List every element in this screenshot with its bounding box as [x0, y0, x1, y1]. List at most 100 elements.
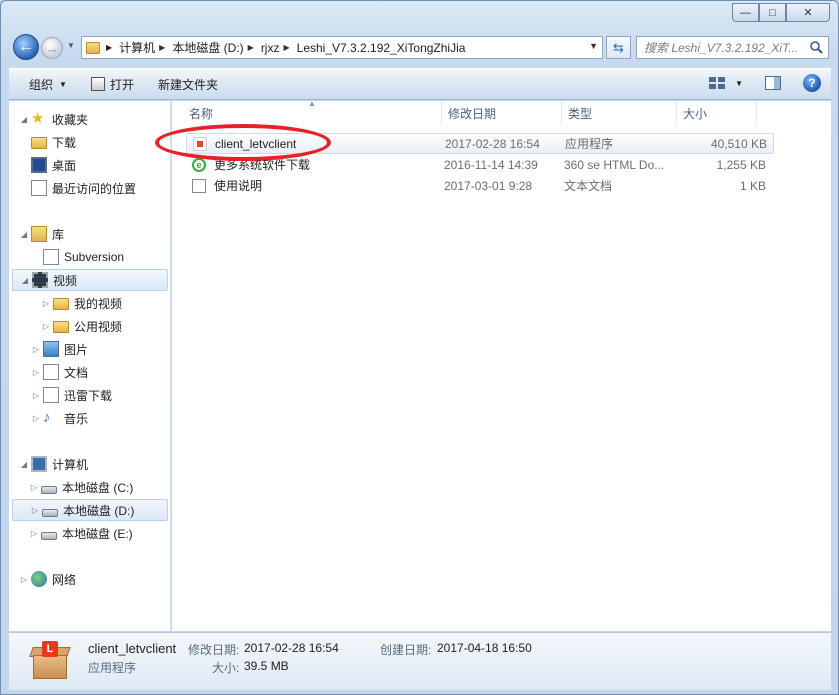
- chevron-right-icon: ▶: [159, 43, 166, 52]
- network-icon: [31, 571, 47, 587]
- open-button[interactable]: 打开: [79, 69, 146, 99]
- nav-drive-e[interactable]: ▷ 本地磁盘 (E:): [29, 522, 133, 544]
- nav-desktop[interactable]: 桌面: [31, 154, 76, 176]
- nav-drive-c[interactable]: ▷ 本地磁盘 (C:): [29, 476, 133, 498]
- file-modified: 2017-03-01 9:28: [444, 178, 533, 193]
- back-button[interactable]: ←: [13, 34, 39, 60]
- nav-downloads[interactable]: 下载: [31, 131, 76, 153]
- nav-label: 图片: [64, 342, 89, 357]
- expand-arrow-icon[interactable]: ▷: [31, 391, 41, 400]
- file-size: 1 KB: [739, 178, 766, 193]
- details-created-value: 2017-04-18 16:50: [437, 641, 532, 655]
- nav-label: 公用视频: [74, 319, 123, 334]
- details-pane: L client_letvclient 应用程序 修改日期: 2017-02-2…: [9, 632, 831, 690]
- nav-label: 视频: [53, 273, 78, 288]
- nav-libraries[interactable]: ◢ 库: [19, 223, 64, 245]
- column-header-row: ▲ 名称 修改日期 类型 大小: [172, 99, 831, 125]
- expand-arrow-icon[interactable]: ▷: [41, 299, 51, 308]
- breadcrumb-label: rjxz: [260, 40, 280, 55]
- star-icon: ★: [31, 110, 45, 127]
- nav-label: 音乐: [64, 411, 89, 426]
- nav-recent-places[interactable]: 最近访问的位置: [31, 177, 136, 199]
- breadcrumb-computer[interactable]: 计算机 ▶: [119, 39, 172, 56]
- search-icon[interactable]: [809, 40, 823, 54]
- nav-network[interactable]: ▷ 网络: [19, 568, 76, 590]
- folder-icon: [53, 321, 69, 333]
- nav-music[interactable]: ▷ ♪ 音乐: [31, 407, 88, 429]
- expand-arrow-icon[interactable]: ◢: [19, 460, 29, 469]
- nav-computer[interactable]: ◢ 计算机: [19, 453, 88, 475]
- column-name[interactable]: ▲ 名称: [172, 99, 442, 125]
- breadcrumb-leshi-folder[interactable]: Leshi_V7.3.2.192_XiTongZhiJia: [297, 41, 466, 55]
- expand-arrow-icon[interactable]: ▷: [31, 368, 41, 377]
- video-library-icon: [32, 272, 48, 288]
- recent-pages-dropdown[interactable]: ▼: [67, 41, 75, 50]
- expand-arrow-icon[interactable]: ▷: [31, 345, 41, 354]
- libraries-icon: [31, 226, 47, 242]
- nav-favorites[interactable]: ◢ ★ 收藏夹: [19, 108, 88, 130]
- help-icon[interactable]: ?: [803, 74, 821, 92]
- nav-label: 最近访问的位置: [52, 181, 137, 196]
- forward-button[interactable]: →: [41, 37, 63, 59]
- refresh-button[interactable]: ⇆: [606, 36, 631, 59]
- maximize-button[interactable]: □: [759, 3, 786, 22]
- expand-arrow-icon[interactable]: ◢: [19, 115, 29, 124]
- nav-label: 库: [52, 227, 65, 242]
- letv-logo-icon: L: [42, 641, 58, 657]
- file-row[interactable]: 使用说明 2017-03-01 9:28 文本文档 1 KB: [186, 175, 774, 196]
- breadcrumb-drive-d[interactable]: 本地磁盘 (D:) ▶: [172, 39, 260, 56]
- expand-arrow-icon[interactable]: ◢: [19, 230, 29, 239]
- nav-pictures[interactable]: ▷ 图片: [31, 338, 88, 360]
- nav-label: 收藏夹: [52, 112, 89, 127]
- nav-documents[interactable]: ▷ 文档: [31, 361, 88, 383]
- minimize-button[interactable]: —: [732, 3, 759, 22]
- file-type: 360 se HTML Do...: [564, 157, 665, 172]
- details-modified-value: 2017-02-28 16:54: [244, 641, 339, 655]
- column-type[interactable]: 类型: [562, 101, 677, 125]
- folder-icon: [53, 298, 69, 310]
- nav-drive-d[interactable]: ▷ 本地磁盘 (D:): [12, 499, 168, 521]
- system-drive-icon: [41, 486, 57, 494]
- nav-my-videos[interactable]: ▷ 我的视频: [41, 292, 122, 314]
- change-view-icon[interactable]: [709, 77, 726, 89]
- breadcrumb-rjxz[interactable]: rjxz ▶: [261, 41, 297, 55]
- expand-arrow-icon[interactable]: ▷: [29, 483, 39, 492]
- package-icon: L: [29, 641, 71, 681]
- address-dropdown-icon[interactable]: ▼: [589, 41, 598, 51]
- preview-pane-icon[interactable]: [765, 76, 781, 90]
- search-input[interactable]: 搜索 Leshi_V7.3.2.192_XiT...: [636, 36, 829, 59]
- new-folder-button[interactable]: 新建文件夹: [146, 69, 230, 99]
- command-bar: 组织 ▼ 打开 新建文件夹 ▼ ?: [9, 68, 831, 100]
- open-label: 打开: [109, 77, 134, 92]
- column-modified[interactable]: 修改日期: [442, 101, 562, 125]
- close-button[interactable]: ✕: [786, 3, 830, 22]
- organize-button[interactable]: 组织 ▼: [9, 69, 79, 99]
- open-icon: [90, 77, 105, 91]
- nav-label: 本地磁盘 (D:): [63, 503, 135, 518]
- expand-arrow-icon[interactable]: ▷: [31, 414, 41, 423]
- expand-arrow-icon[interactable]: ▷: [29, 529, 39, 538]
- breadcrumb-label: Leshi_V7.3.2.192_XiTongZhiJia: [296, 40, 466, 55]
- nav-subversion[interactable]: Subversion: [43, 246, 124, 268]
- expand-arrow-icon[interactable]: ▷: [30, 506, 40, 515]
- sort-up-icon: ▲: [308, 99, 316, 108]
- expand-arrow-icon[interactable]: ▷: [19, 575, 29, 584]
- nav-xunlei-downloads[interactable]: ▷ 迅雷下载: [31, 384, 112, 406]
- nav-label: 下载: [52, 135, 77, 150]
- nav-videos[interactable]: ◢ 视频: [12, 269, 168, 291]
- address-bar[interactable]: ▶ 计算机 ▶ 本地磁盘 (D:) ▶ rjxz ▶ Leshi_V7.3.2.…: [81, 36, 603, 59]
- nav-public-videos[interactable]: ▷ 公用视频: [41, 315, 122, 337]
- chevron-right-icon: ▶: [247, 43, 254, 52]
- computer-icon: [31, 456, 47, 472]
- column-size[interactable]: 大小: [677, 101, 757, 125]
- details-created-label: 创建日期:: [380, 643, 432, 657]
- chevron-down-icon[interactable]: ▼: [735, 79, 743, 88]
- file-type: 文本文档: [564, 179, 613, 193]
- expand-arrow-icon[interactable]: ▷: [41, 322, 51, 331]
- file-modified: 2016-11-14 14:39: [444, 157, 538, 172]
- details-size-value: 39.5 MB: [244, 659, 289, 673]
- highlight-annotation-oval: [155, 124, 331, 161]
- file-list: ▲ 名称 修改日期 类型 大小 client_letvclient 2017-0…: [155, 99, 831, 631]
- documents-icon: [43, 364, 59, 380]
- expand-arrow-icon[interactable]: ◢: [20, 276, 30, 285]
